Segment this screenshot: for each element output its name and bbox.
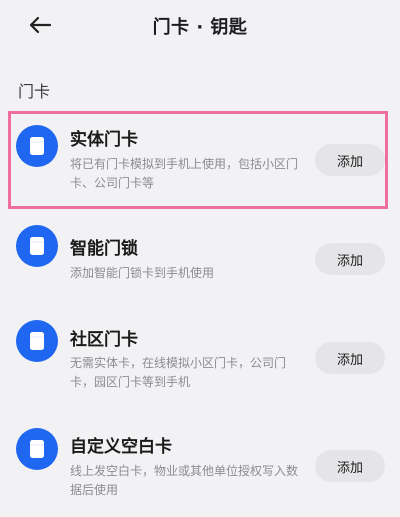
add-button[interactable]: 添加: [315, 342, 385, 374]
item-description: 线上发空白卡，物业或其他单位授权写入数据后使用: [70, 464, 299, 497]
list-item-community-card: 社区门卡 无需实体卡，在线模拟小区门卡，公司门卡，园区门卡等到手机 添加: [0, 320, 400, 395]
list-item-blank-card: 自定义空白卡 线上发空白卡，物业或其他单位授权写入数据后使用 添加: [0, 428, 400, 508]
add-button[interactable]: 添加: [315, 450, 385, 482]
item-title: 智能门锁: [70, 239, 138, 259]
card-icon: [16, 428, 58, 470]
card-icon: [16, 225, 58, 267]
highlight-box: [8, 111, 388, 209]
card-icon: [16, 320, 58, 362]
list-item-smart-lock: 智能门锁 添加智能门锁卡到手机使用 添加: [0, 225, 400, 285]
item-title: 自定义空白卡: [70, 437, 172, 457]
page-title: 门卡 · 钥匙: [152, 17, 248, 38]
header: 门卡 · 钥匙: [0, 0, 400, 50]
item-description: 添加智能门锁卡到手机使用: [70, 266, 215, 280]
item-title: 社区门卡: [70, 330, 138, 350]
section-title: 门卡: [18, 82, 51, 101]
item-description: 无需实体卡，在线模拟小区门卡，公司门卡，园区门卡等到手机: [70, 356, 287, 389]
add-button[interactable]: 添加: [315, 243, 385, 275]
